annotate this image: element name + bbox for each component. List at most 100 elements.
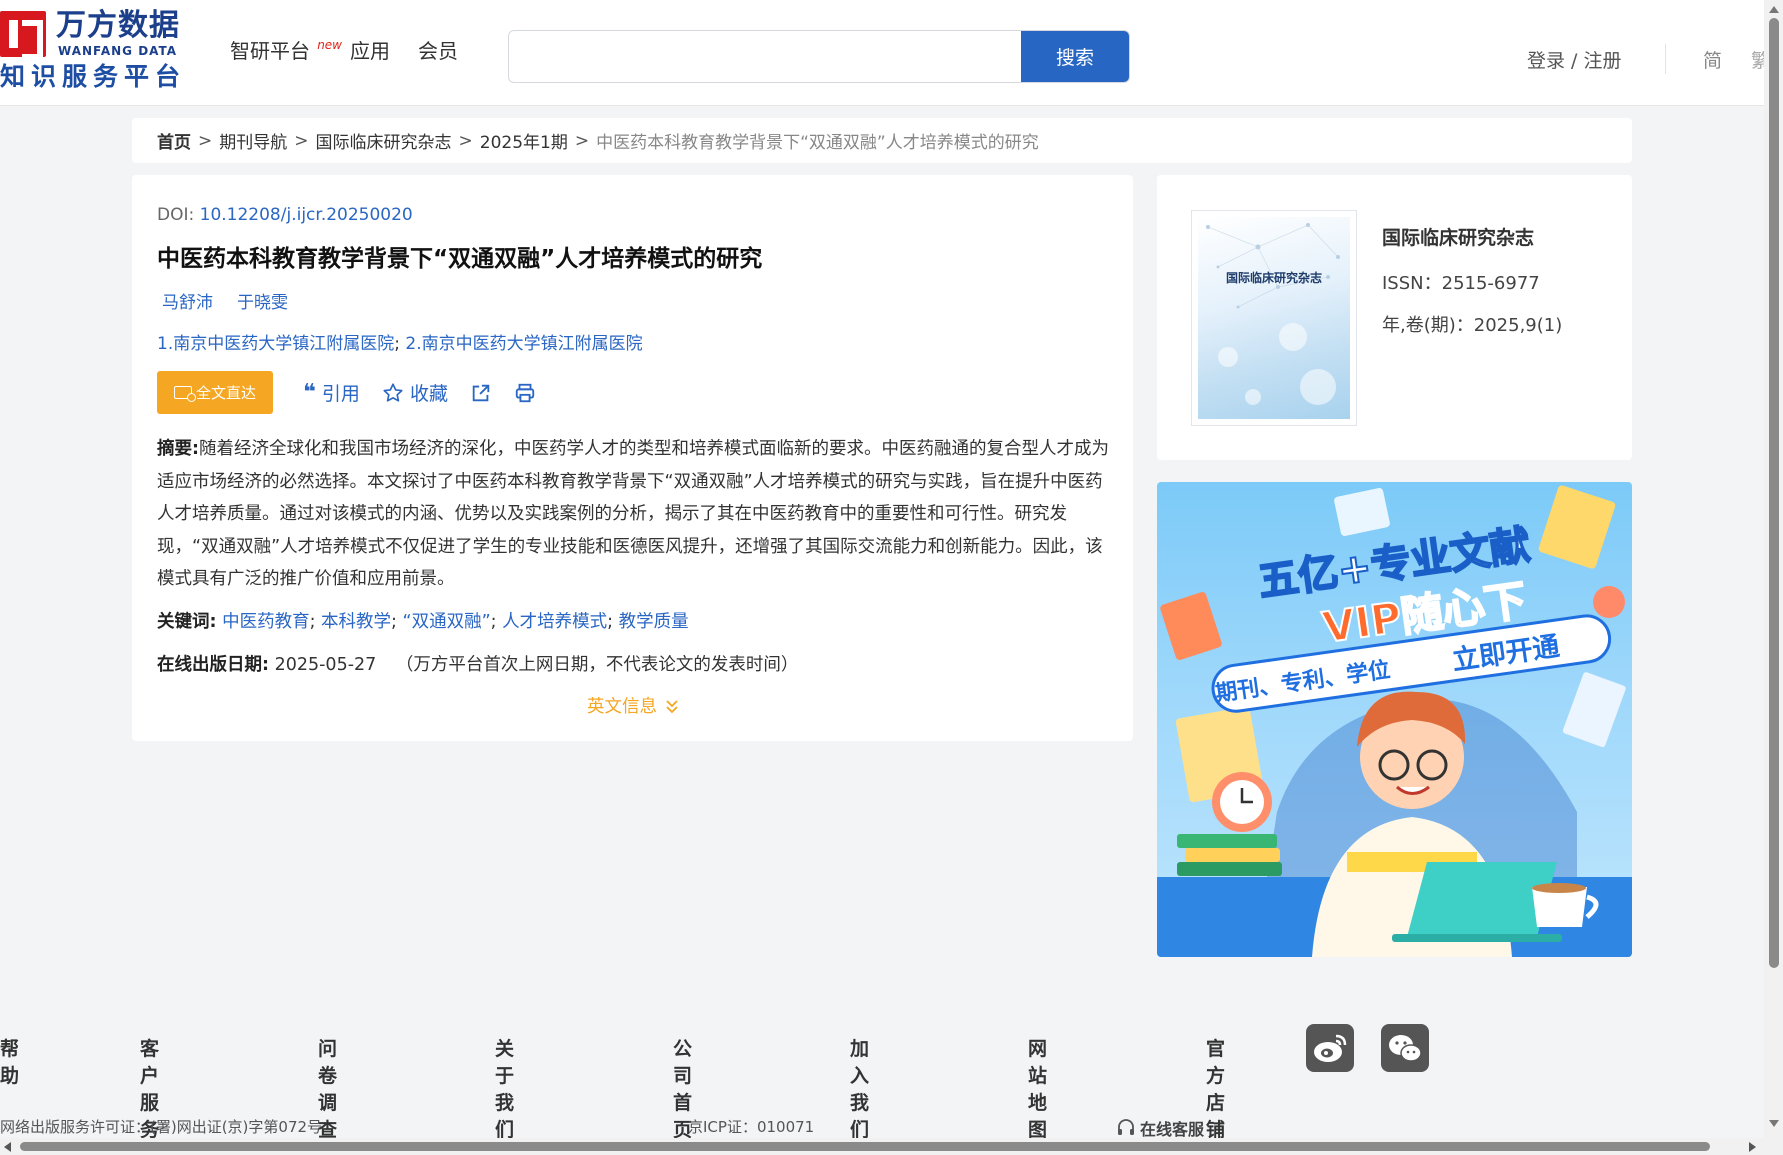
fulltext-link-icon <box>173 386 196 402</box>
login-register-link[interactable]: 登录 / 注册 <box>1527 46 1621 73</box>
horizontal-scrollbar[interactable] <box>0 1138 1764 1155</box>
breadcrumb-journal-nav[interactable]: 期刊导航 <box>219 128 287 153</box>
journal-issn: ISSN：2515-6977 <box>1382 273 1540 294</box>
vip-ad-banner[interactable]: 五亿+专业文献 VIP随心下 期刊、专利、学位 立即开通 <box>1157 482 1632 957</box>
scroll-up-arrow-icon[interactable] <box>1769 6 1779 13</box>
scrollbar-thumb[interactable] <box>1769 18 1779 968</box>
affiliation-separator: ; <box>394 334 400 354</box>
doi-line: DOI: 10.12208/j.ijcr.20250020 <box>157 205 413 225</box>
share-icon <box>472 384 490 401</box>
keywords-label: 关键词: <box>157 612 217 632</box>
keyword-link[interactable]: “双通双融” <box>403 612 491 632</box>
keyword-link[interactable]: 中医药教育 <box>222 612 310 632</box>
star-icon <box>383 382 403 402</box>
cite-button[interactable]: ❝ 引用 <box>303 379 360 406</box>
divider <box>1665 44 1666 74</box>
english-info-toggle[interactable]: 英文信息 <box>587 693 679 718</box>
breadcrumb-home[interactable]: 首页 <box>157 128 191 153</box>
favorite-label: 收藏 <box>409 383 448 405</box>
footer-link-official-store[interactable]: 官方店铺 <box>1206 1034 1225 1142</box>
print-button[interactable] <box>514 382 536 404</box>
scrollbar-thumb[interactable] <box>20 1142 1710 1151</box>
icp-license: 京ICP证：010071 <box>688 1118 815 1136</box>
lang-traditional-button[interactable]: 繁 <box>1751 46 1764 73</box>
search-input[interactable] <box>509 31 1019 82</box>
logo-subtitle: 知识服务平台 <box>0 62 187 91</box>
publish-date: 2025-05-27 <box>274 655 377 675</box>
affiliation-link[interactable]: 2.南京中医药大学镇江附属医院 <box>405 334 642 354</box>
footer-link-join-us[interactable]: 加入我们 <box>850 1034 869 1142</box>
vertical-scrollbar[interactable] <box>1764 0 1783 1155</box>
nav-item-zhiyan[interactable]: 智研平台 new <box>230 36 342 66</box>
publish-date-note: （万方平台首次上网日期，不代表论文的发表时间） <box>395 655 799 675</box>
article-card: DOI: 10.12208/j.ijcr.20250020 中医药本科教育教学背… <box>132 175 1133 741</box>
search-box: 搜索 <box>508 30 1130 83</box>
breadcrumb-separator: > <box>198 130 213 151</box>
new-badge: new <box>317 38 342 52</box>
footer-link-about[interactable]: 关于我们 <box>495 1034 514 1142</box>
journal-card: 国际临床研究杂志 国际临床研究杂志 ISSN：2515-6977 年,卷(期)：… <box>1157 175 1632 460</box>
english-info-label: 英文信息 <box>587 697 657 717</box>
abstract-label: 摘要: <box>157 439 199 459</box>
double-chevron-down-icon <box>666 699 678 713</box>
headset-icon <box>1118 1119 1134 1135</box>
printer-icon <box>515 383 535 402</box>
footer-link-help[interactable]: 帮助 <box>0 1034 19 1088</box>
publish-date-label: 在线出版日期: <box>157 655 269 675</box>
footer-link-sitemap[interactable]: 网站地图 <box>1028 1034 1047 1142</box>
doi-label: DOI: <box>157 205 195 225</box>
nav-item-membership[interactable]: 会员 <box>418 36 458 66</box>
abstract-text: 随着经济全球化和我国市场经济的深化，中医药学人才的类型和培养模式面临新的要求。中… <box>157 439 1109 589</box>
journal-volume: 年,卷(期)：2025,9(1) <box>1382 315 1563 336</box>
wechat-icon[interactable] <box>1381 1024 1429 1072</box>
share-button[interactable] <box>470 382 492 404</box>
fulltext-button[interactable]: 全文直达 <box>157 371 273 414</box>
cover-network-pattern <box>1206 223 1340 405</box>
wanfang-logo[interactable]: 万方数据 WANFANG DATA 知识服务平台 <box>0 8 190 92</box>
keyword-link[interactable]: 人才培养模式 <box>502 612 607 632</box>
weibo-icon[interactable] <box>1306 1024 1354 1072</box>
author-list: 马舒沛 于晓雯 <box>162 288 288 313</box>
logo-mark-icon <box>0 11 46 60</box>
abstract: 摘要:随着经济全球化和我国市场经济的深化，中医药学人才的类型和培养模式面临新的要… <box>157 433 1112 596</box>
scroll-down-arrow-icon[interactable] <box>1769 1120 1779 1127</box>
article-title: 中医药本科教育教学背景下“双通双融”人才培养模式的研究 <box>157 246 763 272</box>
vip-ad-illustration: 五亿+专业文献 VIP随心下 期刊、专利、学位 立即开通 <box>1157 485 1632 957</box>
online-service-link[interactable]: 在线客服 <box>1116 1116 1204 1140</box>
keyword-link[interactable]: 本科教学 <box>321 612 391 632</box>
affiliations: 1.南京中医药大学镇江附属医院; 2.南京中医药大学镇江附属医院 <box>157 329 643 354</box>
author-link[interactable]: 马舒沛 <box>162 288 213 313</box>
quote-icon: ❝ <box>303 379 316 405</box>
breadcrumb-journal[interactable]: 国际临床研究杂志 <box>316 128 452 153</box>
scroll-right-arrow-icon[interactable] <box>1749 1142 1756 1152</box>
breadcrumb: 首页 > 期刊导航 > 国际临床研究杂志 > 2025年1期 > 中医药本科教育… <box>132 118 1632 163</box>
breadcrumb-separator: > <box>574 130 590 151</box>
publishing-license: 网络出版服务许可证：(署)网出证(京)字第072号 <box>0 1118 323 1136</box>
breadcrumb-issue[interactable]: 2025年1期 <box>480 128 568 153</box>
breadcrumb-current: 中医药本科教育教学背景下“双通双融”人才培养模式的研究 <box>596 133 1039 153</box>
doi-link[interactable]: 10.12208/j.ijcr.20250020 <box>200 205 413 225</box>
journal-cover[interactable]: 国际临床研究杂志 <box>1191 210 1357 426</box>
article-actions: 全文直达 ❝ 引用 收藏 <box>157 371 536 414</box>
affiliation-link[interactable]: 1.南京中医药大学镇江附属医院 <box>157 334 394 354</box>
logo-text-en: WANFANG DATA <box>58 44 178 58</box>
nav-item-apps[interactable]: 应用 <box>350 36 390 66</box>
search-button[interactable]: 搜索 <box>1021 31 1129 82</box>
cover-title: 国际临床研究杂志 <box>1225 271 1322 285</box>
cite-label: 引用 <box>321 383 360 405</box>
journal-name-link[interactable]: 国际临床研究杂志 <box>1382 223 1534 250</box>
online-service-label: 在线客服 <box>1140 1120 1205 1139</box>
keyword-link[interactable]: 教学质量 <box>619 612 689 632</box>
publish-date-line: 在线出版日期: 2025-05-27 （万方平台首次上网日期，不代表论文的发表时… <box>157 651 798 676</box>
author-link[interactable]: 于晓雯 <box>237 288 288 313</box>
breadcrumb-separator: > <box>294 130 309 151</box>
site-header: 万方数据 WANFANG DATA 知识服务平台 智研平台 new 应用 会员 … <box>0 0 1764 106</box>
main-nav: 智研平台 new 应用 会员 <box>230 36 458 66</box>
lang-simplified-button[interactable]: 简 <box>1703 46 1722 73</box>
breadcrumb-separator: > <box>458 130 473 151</box>
nav-item-label: 智研平台 <box>230 39 310 63</box>
fulltext-label: 全文直达 <box>195 384 256 402</box>
scroll-left-arrow-icon[interactable] <box>4 1142 11 1152</box>
favorite-button[interactable]: 收藏 <box>382 379 448 406</box>
logo-text-cn: 万方数据 <box>56 8 180 43</box>
